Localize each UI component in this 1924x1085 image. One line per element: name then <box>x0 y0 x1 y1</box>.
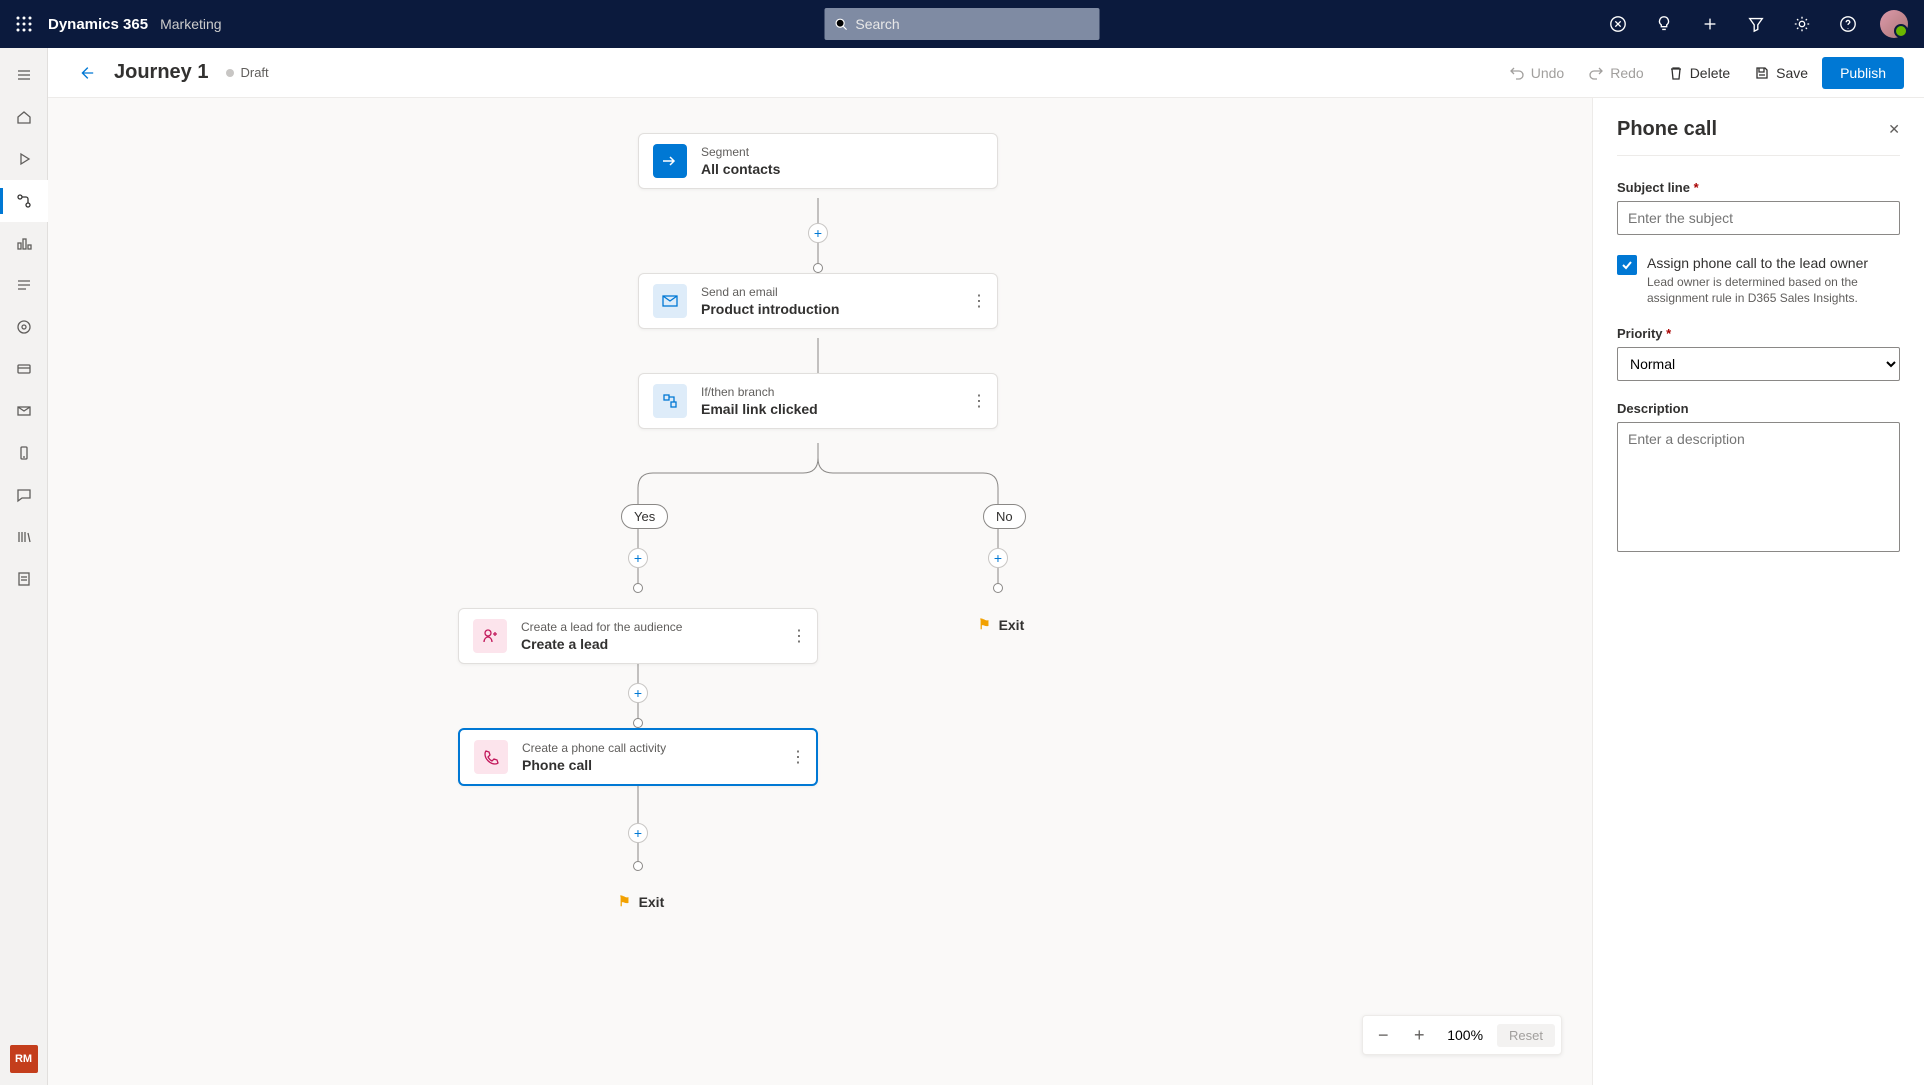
connector-dot <box>633 718 643 728</box>
node-title: Email link clicked <box>701 401 818 417</box>
node-phone-call[interactable]: Create a phone call activity Phone call ⋮ <box>458 728 818 786</box>
plus-icon[interactable] <box>1688 0 1732 48</box>
close-icon[interactable]: ✕ <box>1888 121 1900 138</box>
save-button[interactable]: Save <box>1744 57 1818 89</box>
journey-canvas[interactable]: Segment All contacts + Send an email Produ… <box>48 98 1592 1085</box>
page-title: Journey 1 <box>114 61 208 84</box>
node-title: Create a lead <box>521 636 682 652</box>
connector-dot <box>993 583 1003 593</box>
node-segment[interactable]: Segment All contacts <box>638 133 998 189</box>
branch-yes-pill[interactable]: Yes <box>621 504 668 529</box>
left-nav-rail: RM <box>0 48 48 1085</box>
branch-icon <box>653 384 687 418</box>
app-launcher-icon[interactable] <box>8 8 40 40</box>
branch-no-pill[interactable]: No <box>983 504 1026 529</box>
subject-label: Subject line * <box>1617 180 1900 195</box>
rail-journey-icon[interactable] <box>0 180 48 222</box>
exit-label: ⚑Exit <box>978 616 1024 633</box>
help-icon[interactable] <box>1826 0 1870 48</box>
add-step-button[interactable]: + <box>628 683 648 703</box>
node-title: All contacts <box>701 161 780 177</box>
search-input[interactable] <box>855 16 1089 32</box>
node-more-icon[interactable]: ⋮ <box>971 291 987 311</box>
description-label: Description <box>1617 401 1900 416</box>
node-kicker: Create a lead for the audience <box>521 620 682 634</box>
publish-button[interactable]: Publish <box>1822 57 1904 89</box>
global-header: Dynamics 365 Marketing <box>0 0 1924 48</box>
filter-icon[interactable] <box>1734 0 1778 48</box>
flag-icon: ⚑ <box>978 616 991 633</box>
rail-report-icon[interactable] <box>0 558 48 600</box>
delete-button[interactable]: Delete <box>1658 57 1740 89</box>
zoom-reset-button[interactable]: Reset <box>1497 1024 1555 1047</box>
panel-title: Phone call <box>1617 118 1717 141</box>
undo-button[interactable]: Undo <box>1499 57 1574 89</box>
priority-select[interactable]: Normal <box>1617 347 1900 381</box>
add-step-button[interactable]: + <box>808 223 828 243</box>
rail-analytics-icon[interactable] <box>0 222 48 264</box>
rail-chat-icon[interactable] <box>0 474 48 516</box>
zoom-out-button[interactable]: − <box>1369 1021 1397 1049</box>
rail-footer-badge[interactable]: RM <box>10 1045 38 1073</box>
gear-icon[interactable] <box>1780 0 1824 48</box>
add-step-button[interactable]: + <box>988 548 1008 568</box>
node-create-lead[interactable]: Create a lead for the audience Create a l… <box>458 608 818 664</box>
connector-dot <box>633 861 643 871</box>
lead-icon <box>473 619 507 653</box>
assign-hint: Lead owner is determined based on the as… <box>1647 274 1900 306</box>
global-search[interactable] <box>825 8 1100 40</box>
assign-label: Assign phone call to the lead owner <box>1647 255 1900 271</box>
node-send-email[interactable]: Send an email Product introduction ⋮ <box>638 273 998 329</box>
node-kicker: If/then branch <box>701 385 818 399</box>
rail-goal-icon[interactable] <box>0 306 48 348</box>
connector-dot <box>633 583 643 593</box>
phone-icon <box>474 740 508 774</box>
node-title: Product introduction <box>701 301 839 317</box>
node-kicker: Segment <box>701 145 780 159</box>
segment-icon <box>653 144 687 178</box>
node-title: Phone call <box>522 757 666 773</box>
node-more-icon[interactable]: ⋮ <box>790 747 806 767</box>
add-step-button[interactable]: + <box>628 823 648 843</box>
back-button[interactable] <box>72 59 100 87</box>
node-kicker: Send an email <box>701 285 839 299</box>
command-bar: Journey 1 Draft Undo Redo Delete Save Pu… <box>48 48 1924 98</box>
connector-dot <box>813 263 823 273</box>
rail-card-icon[interactable] <box>0 348 48 390</box>
lightbulb-icon[interactable] <box>1642 0 1686 48</box>
node-branch[interactable]: If/then branch Email link clicked ⋮ <box>638 373 998 429</box>
zoom-value: 100% <box>1441 1027 1489 1043</box>
subject-input[interactable] <box>1617 201 1900 235</box>
add-step-button[interactable]: + <box>628 548 648 568</box>
node-more-icon[interactable]: ⋮ <box>791 626 807 646</box>
rail-mobile-icon[interactable] <box>0 432 48 474</box>
redo-button[interactable]: Redo <box>1578 57 1653 89</box>
brand-label: Dynamics 365 <box>48 16 148 33</box>
user-avatar[interactable] <box>1880 10 1908 38</box>
assign-checkbox[interactable] <box>1617 255 1637 275</box>
rail-play-icon[interactable] <box>0 138 48 180</box>
priority-label: Priority * <box>1617 326 1900 341</box>
zoom-in-button[interactable]: + <box>1405 1021 1433 1049</box>
rail-home-icon[interactable] <box>0 96 48 138</box>
module-label: Marketing <box>160 16 221 32</box>
status-badge: Draft <box>226 65 268 80</box>
mail-icon <box>653 284 687 318</box>
rail-stack-icon[interactable] <box>0 264 48 306</box>
description-textarea[interactable] <box>1617 422 1900 552</box>
node-more-icon[interactable]: ⋮ <box>971 391 987 411</box>
rail-library-icon[interactable] <box>0 516 48 558</box>
node-kicker: Create a phone call activity <box>522 741 666 755</box>
zoom-control: − + 100% Reset <box>1362 1015 1562 1055</box>
exit-label: ⚑Exit <box>618 893 664 910</box>
properties-panel: Phone call ✕ Subject line * Assign phone… <box>1592 98 1924 1085</box>
assistant-icon[interactable] <box>1596 0 1640 48</box>
flag-icon: ⚑ <box>618 893 631 910</box>
rail-mail-icon[interactable] <box>0 390 48 432</box>
rail-hamburger-icon[interactable] <box>0 54 48 96</box>
